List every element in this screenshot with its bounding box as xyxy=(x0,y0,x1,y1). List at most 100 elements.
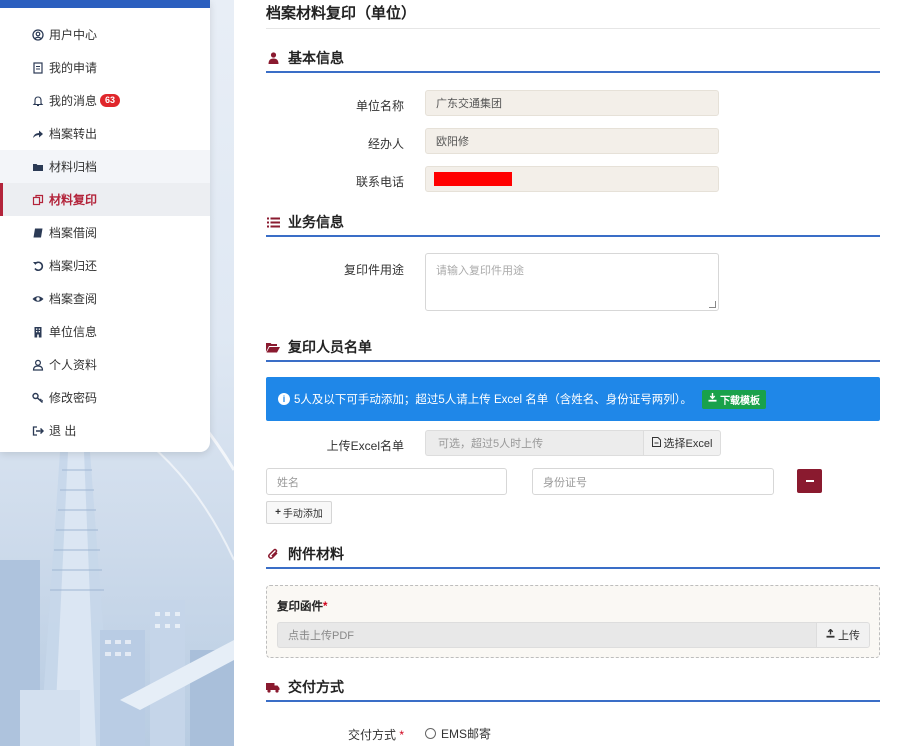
minus-icon xyxy=(805,480,814,482)
redacted-phone xyxy=(434,172,512,186)
sidebar-item-personal-profile[interactable]: 个人资料 xyxy=(0,348,210,381)
sidebar-item-logout[interactable]: 退 出 xyxy=(0,414,210,447)
download-template-label: 下载模板 xyxy=(720,395,761,407)
upload-icon xyxy=(826,628,835,641)
upload-pdf-button[interactable]: 上传 xyxy=(816,622,870,648)
sidebar-item-label: 用户中心 xyxy=(49,28,98,42)
attachments-header: 附件材料 xyxy=(266,541,880,569)
page-title: 档案材料复印（单位） xyxy=(266,5,417,22)
upload-excel-group: 可选，超过5人时上传 选择Excel xyxy=(425,430,721,456)
basic-info-header: 基本信息 xyxy=(266,45,880,73)
sidebar-item-label: 材料归档 xyxy=(49,160,98,174)
sidebar-item-label: 退 出 xyxy=(49,424,77,438)
handler-label: 经办人 xyxy=(367,137,404,151)
sidebar-item-material-copy[interactable]: 材料复印 xyxy=(0,183,210,216)
pdf-upload-input[interactable]: 点击上传PDF xyxy=(277,622,817,648)
personnel-section: 复印人员名单 xyxy=(266,334,880,362)
add-manual-label: 手动添加 xyxy=(282,509,323,520)
unit-name-field: 广东交通集团 xyxy=(425,90,719,116)
sidebar-menu-list: 用户中心 我的申请 我的消息 63 档案转出 材料归档 材料复印 档案借阅 档案… xyxy=(0,18,210,447)
upload-excel-input[interactable]: 可选，超过5人时上传 xyxy=(425,430,643,456)
remove-row-button[interactable] xyxy=(797,469,822,493)
sidebar-item-archive-borrow[interactable]: 档案借阅 xyxy=(0,216,210,249)
notice-text: 5人及以下可手动添加；超过5人请上传 Excel 名单（含姓名、身份证号两列）。 xyxy=(294,394,693,406)
upload-excel-label: 上传Excel名单 xyxy=(326,439,404,453)
ems-radio-option[interactable]: EMS邮寄 xyxy=(425,725,491,742)
business-info-header: 业务信息 xyxy=(266,209,880,237)
sidebar-item-my-applications[interactable]: 我的申请 xyxy=(0,51,210,84)
phone-label: 联系电话 xyxy=(355,175,404,189)
user-icon xyxy=(266,51,280,65)
section-title: 复印人员名单 xyxy=(288,339,372,355)
paperclip-icon xyxy=(266,547,280,561)
delivery-header: 交付方式 xyxy=(266,674,880,702)
unit-name-label: 单位名称 xyxy=(355,99,404,113)
undo-icon xyxy=(32,260,44,272)
person-icon xyxy=(32,359,44,371)
key-icon xyxy=(32,392,44,404)
unread-count-badge: 63 xyxy=(100,94,121,107)
section-title: 业务信息 xyxy=(288,214,344,230)
choose-excel-button[interactable]: 选择Excel xyxy=(643,430,721,456)
sidebar-item-label: 档案转出 xyxy=(49,127,98,141)
resize-handle[interactable] xyxy=(709,301,716,308)
sidebar-item-label: 个人资料 xyxy=(49,358,98,372)
plus-icon: + xyxy=(275,507,281,518)
required-mark: * xyxy=(399,728,404,742)
bell-icon xyxy=(32,95,44,107)
basic-info-section: 基本信息 xyxy=(266,45,880,73)
add-manual-button[interactable]: + 手动添加 xyxy=(266,501,332,524)
file-icon xyxy=(651,436,661,450)
sidebar-item-label: 材料复印 xyxy=(49,193,98,207)
ems-radio-button[interactable] xyxy=(425,728,436,739)
truck-icon xyxy=(266,680,280,694)
handler-field: 欧阳修 xyxy=(425,128,719,154)
section-title: 基本信息 xyxy=(288,50,344,66)
sidebar-item-label: 档案查阅 xyxy=(49,292,98,306)
personnel-header: 复印人员名单 xyxy=(266,334,880,362)
attachment-box: 复印函件* 点击上传PDF 上传 xyxy=(266,585,880,658)
delivery-method-text: 交付方式 xyxy=(347,728,396,742)
info-notice-bar: i 5人及以下可手动添加；超过5人请上传 Excel 名单（含姓名、身份证号两列… xyxy=(266,377,880,421)
purpose-textarea[interactable]: 请输入复印件用途 xyxy=(425,253,719,311)
sidebar-item-label: 单位信息 xyxy=(49,325,98,339)
sidebar-top-bar xyxy=(0,0,210,8)
book-icon xyxy=(32,227,44,239)
download-icon xyxy=(708,393,717,405)
title-divider xyxy=(266,28,880,29)
section-title: 附件材料 xyxy=(288,546,344,562)
attachments-section: 附件材料 xyxy=(266,541,880,569)
user-circle-icon xyxy=(32,28,44,41)
building-icon xyxy=(32,326,44,338)
main-content: 档案材料复印（单位） 基本信息 单位名称 广东交通集团 经办人 欧阳修 联系电话… xyxy=(234,0,908,746)
sidebar-item-label: 我的消息 xyxy=(49,94,98,108)
sidebar-item-my-messages[interactable]: 我的消息 63 xyxy=(0,84,210,117)
choose-excel-label: 选择Excel xyxy=(663,438,713,450)
business-info-section: 业务信息 xyxy=(266,209,880,237)
sidebar-item-unit-info[interactable]: 单位信息 xyxy=(0,315,210,348)
sidebar-item-user-center[interactable]: 用户中心 xyxy=(0,18,210,51)
list-icon xyxy=(266,215,280,229)
logout-icon xyxy=(32,425,44,437)
sidebar-item-archive-return[interactable]: 档案归还 xyxy=(0,249,210,282)
sidebar-item-label: 档案借阅 xyxy=(49,226,98,240)
sidebar-item-archive-view[interactable]: 档案查阅 xyxy=(0,282,210,315)
sidebar-item-label: 修改密码 xyxy=(49,391,98,405)
purpose-placeholder: 请输入复印件用途 xyxy=(436,265,524,277)
phone-field xyxy=(425,166,719,192)
section-title: 交付方式 xyxy=(288,679,344,695)
download-template-button[interactable]: 下载模板 xyxy=(702,389,767,409)
delivery-method-label: 交付方式 * xyxy=(234,726,404,743)
sidebar-menu: 用户中心 我的申请 我的消息 63 档案转出 材料归档 材料复印 档案借阅 档案… xyxy=(0,0,210,452)
name-input[interactable]: 姓名 xyxy=(266,468,507,495)
share-arrow-icon xyxy=(32,128,44,140)
sidebar-item-archive-transfer[interactable]: 档案转出 xyxy=(0,117,210,150)
copy-icon xyxy=(32,194,44,206)
copy-letter-text: 复印函件 xyxy=(277,601,323,613)
sidebar-item-label: 我的申请 xyxy=(49,61,98,75)
ems-option-label: EMS邮寄 xyxy=(441,727,492,741)
sidebar-item-material-archive[interactable]: 材料归档 xyxy=(0,150,210,183)
id-number-input[interactable]: 身份证号 xyxy=(532,468,774,495)
sidebar-item-label: 档案归还 xyxy=(49,259,98,273)
sidebar-item-change-password[interactable]: 修改密码 xyxy=(0,381,210,414)
